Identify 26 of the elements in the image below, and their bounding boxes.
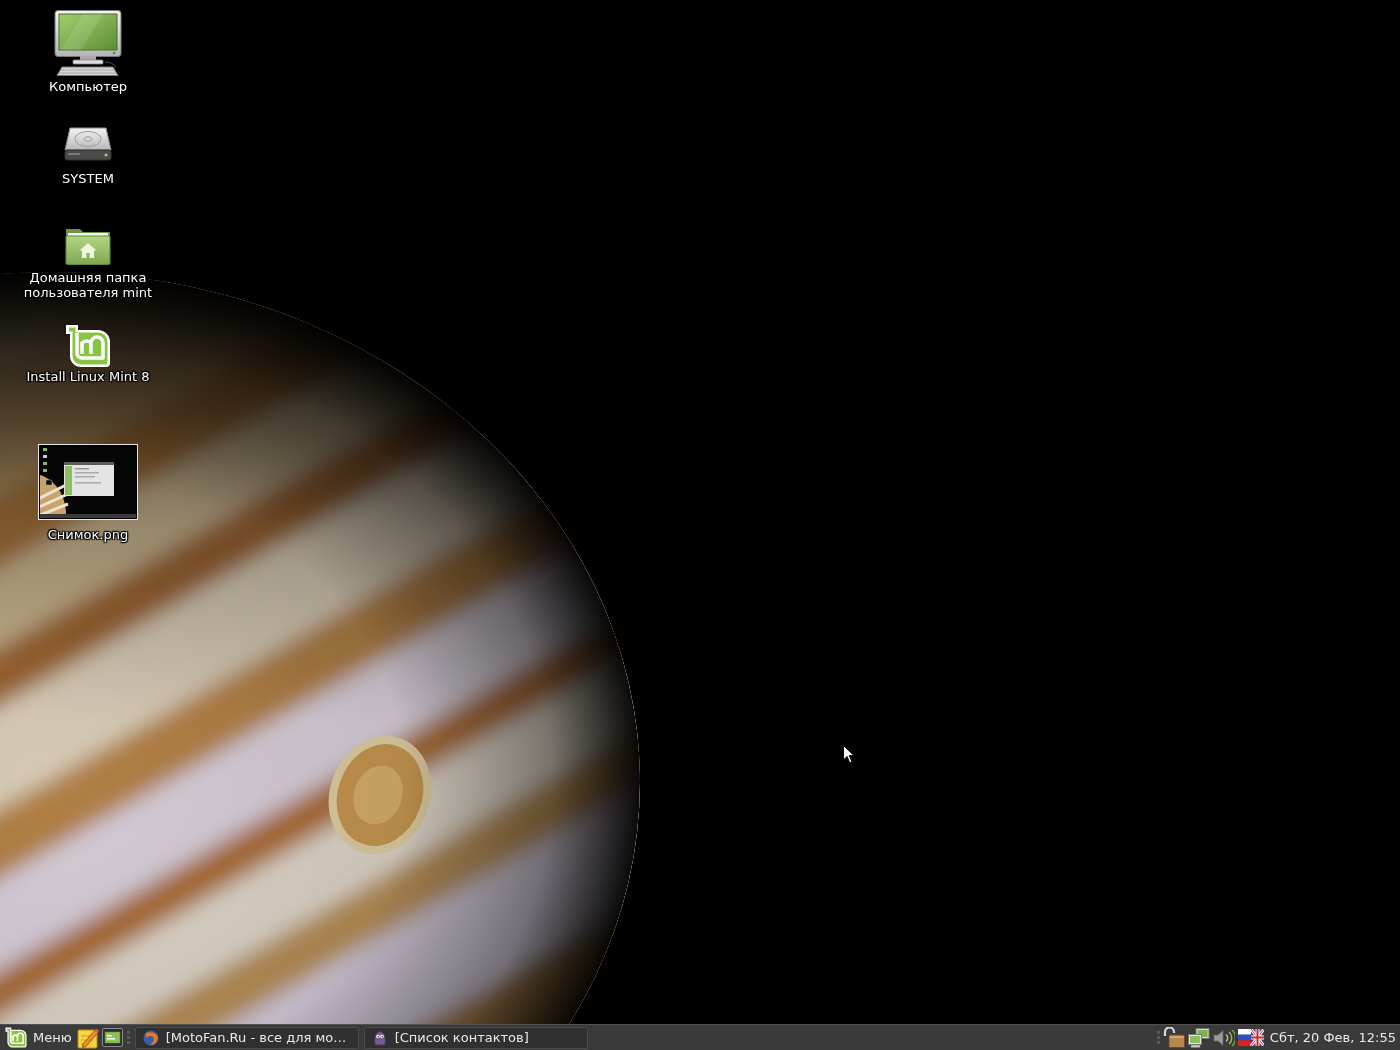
flag-icon[interactable] — [1237, 1029, 1264, 1046]
mouse-pointer-icon — [843, 745, 855, 764]
screenshot-thumbnail-drawing[interactable] — [38, 444, 138, 520]
taskbar-window-button[interactable]: [Список контактов] — [363, 1026, 588, 1049]
creature-icon — [371, 1029, 388, 1046]
icon-label: Install Linux Mint 8 — [26, 369, 150, 384]
padlock-icon[interactable] — [1162, 1027, 1185, 1048]
menu-button[interactable]: Меню — [4, 1025, 74, 1050]
notepad-icon[interactable] — [76, 1026, 99, 1049]
taskbar-window-button[interactable]: [MotoFan.Ru - все для мо… — [134, 1026, 359, 1049]
globe-icon — [142, 1029, 159, 1046]
network-computers-icon[interactable] — [1187, 1027, 1210, 1048]
leaf-logo-icon[interactable] — [65, 324, 111, 368]
leaf-logo-icon[interactable] — [5, 1027, 27, 1048]
home-folder-icon[interactable] — [65, 227, 111, 265]
grip-icon[interactable] — [1156, 1031, 1160, 1044]
icon-label: Снимок.png — [47, 527, 129, 542]
speaker-icon[interactable] — [1212, 1028, 1235, 1047]
terminal-icon[interactable] — [101, 1028, 123, 1047]
clock[interactable]: Сбт, 20 Фев, 12:55 — [1269, 1027, 1396, 1048]
hard-drive-icon[interactable] — [64, 127, 112, 161]
icon-label: Компьютер — [49, 79, 127, 94]
icon-label: Домашняя папка пользователя mint — [22, 270, 154, 300]
grip-icon[interactable] — [126, 1031, 130, 1044]
icon-label: SYSTEM — [62, 171, 114, 186]
computer-icon[interactable] — [53, 10, 123, 76]
